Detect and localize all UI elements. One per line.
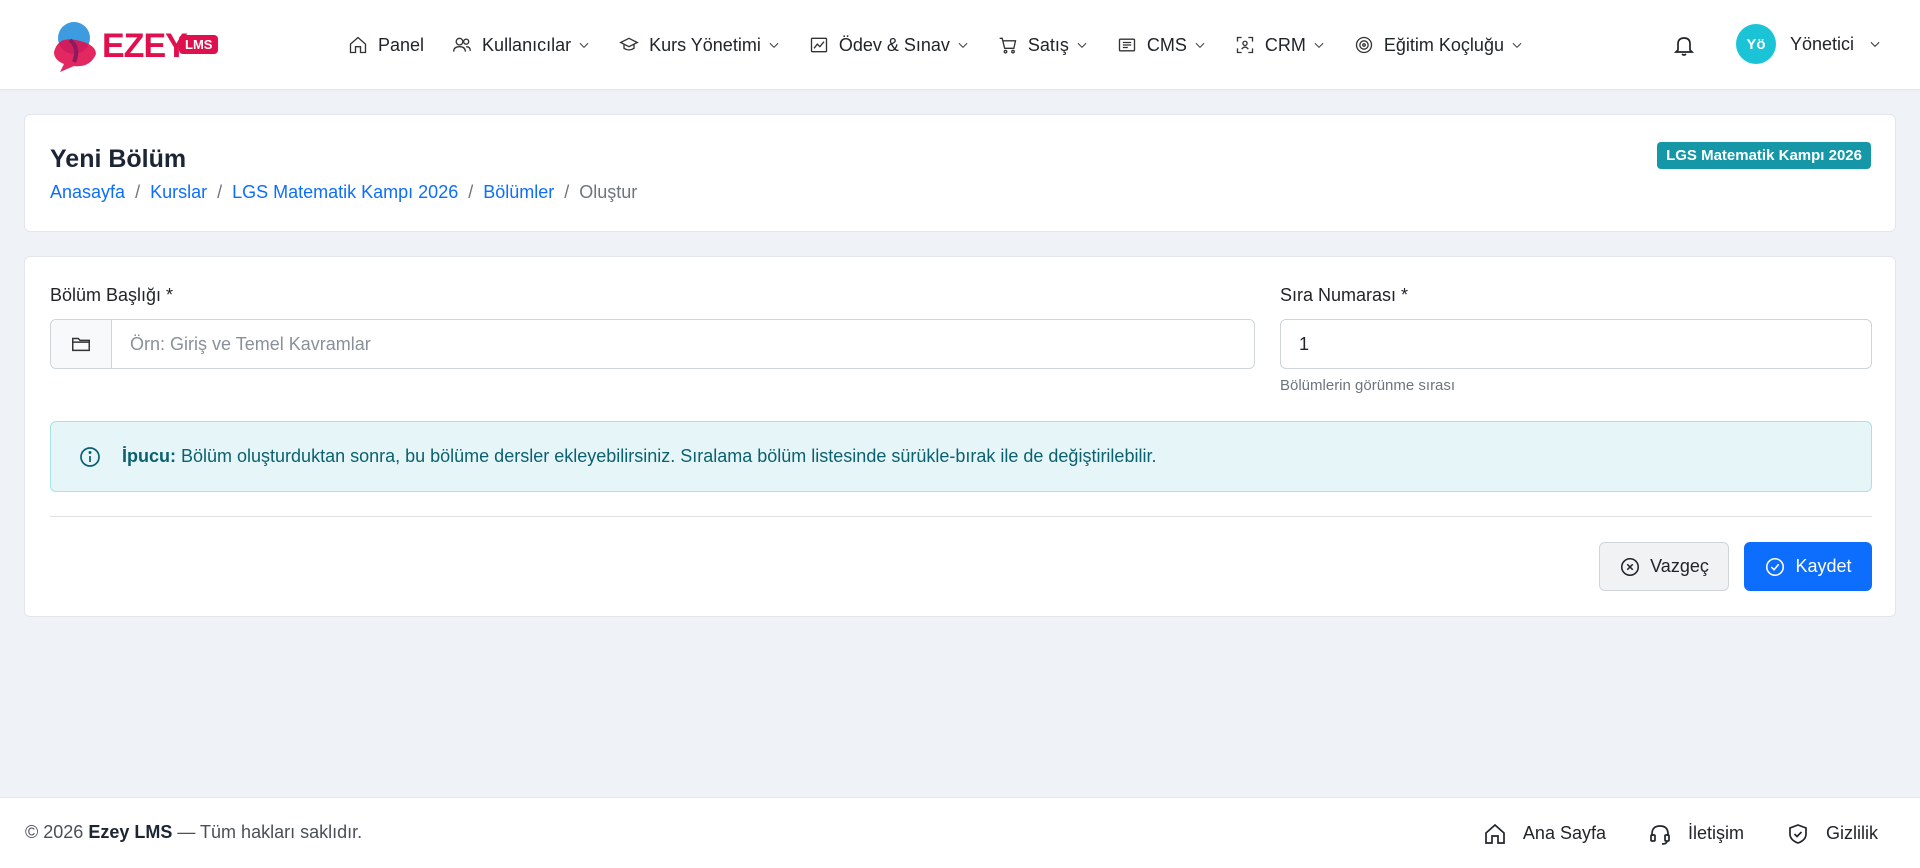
- copyright-brand: Ezey LMS: [88, 822, 173, 842]
- section-title-label: Bölüm Başlığı *: [50, 285, 174, 305]
- tip-label: İpucu:: [122, 446, 176, 466]
- chevron-down-icon: [958, 42, 968, 48]
- nav-item-satis[interactable]: Satış: [998, 35, 1089, 56]
- copyright-suffix: — Tüm hakları saklıdır.: [177, 822, 363, 842]
- copyright-prefix: © 2026: [25, 822, 84, 842]
- course-badge: LGS Matematik Kampı 2026: [1657, 142, 1871, 169]
- newspaper-icon: [1118, 38, 1136, 52]
- image-chart-icon: [810, 37, 827, 53]
- nav-label: Panel: [378, 34, 425, 55]
- footer-links: Ana Sayfa İletişim Gizlilik: [1483, 798, 1878, 868]
- order-number-input[interactable]: [1280, 319, 1872, 369]
- input-addon: [51, 320, 112, 368]
- chevron-down-icon: [579, 42, 589, 48]
- check-circle-icon: [1766, 557, 1785, 576]
- section-title-input[interactable]: [112, 320, 1254, 368]
- shield-check-icon: [1789, 823, 1807, 844]
- chevron-down-icon: [769, 42, 779, 48]
- breadcrumb-separator: /: [217, 182, 223, 202]
- tip-alert: İpucu: Bölüm oluşturduktan sonra, bu böl…: [50, 421, 1872, 492]
- divider: [50, 516, 1872, 517]
- notifications-button[interactable]: [1672, 33, 1696, 57]
- cancel-label: Vazgeç: [1650, 556, 1709, 576]
- brand-badge: LMS: [179, 35, 219, 54]
- breadcrumb-separator: /: [468, 182, 474, 202]
- tip-text: Bölüm oluşturduktan sonra, bu bölüme der…: [181, 446, 1157, 466]
- breadcrumb-link-course[interactable]: LGS Matematik Kampı 2026: [232, 182, 458, 203]
- home-icon: [349, 36, 367, 54]
- folder-icon: [72, 337, 90, 352]
- order-number-label: Sıra Numarası *: [1280, 285, 1409, 305]
- chevron-down-icon: [1077, 42, 1087, 48]
- footer-link-label: Ana Sayfa: [1522, 823, 1606, 843]
- breadcrumb-link-home[interactable]: Anasayfa: [50, 182, 125, 203]
- brand-name: EZEY: [102, 27, 188, 65]
- graduation-cap-icon: [619, 37, 639, 51]
- breadcrumb: Anasayfa / Kurslar / LGS Matematik Kampı…: [50, 182, 637, 203]
- bell-icon: [1673, 37, 1695, 56]
- save-label: Kaydet: [1795, 556, 1852, 576]
- nav-label: Eğitim Koçluğu: [1383, 34, 1504, 55]
- nav-label: Satış: [1027, 34, 1069, 55]
- user-name: Yönetici: [1790, 33, 1855, 54]
- cancel-button[interactable]: Vazgeç: [1599, 542, 1729, 591]
- x-circle-icon: [1621, 557, 1640, 576]
- nav-item-egitim-koclugu[interactable]: Eğitim Koçluğu: [1354, 35, 1524, 56]
- nav-label: CMS: [1146, 34, 1187, 55]
- brand-logo[interactable]: EZEY LMS: [50, 18, 225, 73]
- home-icon: [1485, 823, 1505, 844]
- cart-icon: [999, 37, 1017, 54]
- chevron-down-icon: [1512, 42, 1522, 48]
- nav-label: Kullanıcılar: [482, 34, 572, 55]
- nav-item-kullanicilar[interactable]: Kullanıcılar: [452, 35, 591, 56]
- nav-label: CRM: [1264, 34, 1306, 55]
- avatar: Yö: [1736, 24, 1776, 64]
- logo-mark-icon: [54, 22, 96, 72]
- main-nav: Panel Kullanıcılar Kurs Yönetimi Ödev & …: [348, 0, 1552, 90]
- breadcrumb-current: Oluştur: [579, 182, 638, 202]
- nav-label: Kurs Yönetimi: [649, 34, 761, 55]
- breadcrumb-link-sections[interactable]: Bölümler: [483, 182, 554, 203]
- nav-item-crm[interactable]: CRM: [1235, 35, 1326, 56]
- nav-label: Ödev & Sınav: [838, 34, 950, 55]
- target-icon: [1355, 36, 1373, 54]
- headset-icon: [1650, 824, 1670, 845]
- footer-link-privacy[interactable]: Gizlilik: [1786, 822, 1878, 846]
- chevron-down-icon: [1195, 42, 1205, 48]
- footer-link-home[interactable]: Ana Sayfa: [1483, 822, 1606, 846]
- top-navbar: EZEY LMS Panel Kullanıcılar Kurs Yönetim…: [0, 0, 1920, 90]
- chevron-down-icon: [1314, 42, 1324, 48]
- footer: © 2026 Ezey LMS — Tüm hakları saklıdır. …: [0, 797, 1920, 868]
- save-button[interactable]: Kaydet: [1744, 542, 1872, 591]
- info-icon: [80, 446, 100, 467]
- page-title: Yeni Bölüm: [50, 145, 187, 173]
- page-header-card: Yeni Bölüm Anasayfa / Kurslar / LGS Mate…: [24, 114, 1896, 232]
- nav-item-cms[interactable]: CMS: [1117, 35, 1207, 56]
- nav-item-kurs-yonetimi[interactable]: Kurs Yönetimi: [619, 35, 781, 56]
- chevron-down-icon: [1870, 41, 1880, 48]
- copyright: © 2026 Ezey LMS — Tüm hakları saklıdır.: [25, 822, 362, 843]
- nav-item-panel[interactable]: Panel: [348, 35, 424, 56]
- breadcrumb-link-courses[interactable]: Kurslar: [150, 182, 207, 203]
- scan-person-icon: [1236, 36, 1254, 54]
- breadcrumb-separator: /: [135, 182, 141, 202]
- breadcrumb-separator: /: [564, 182, 570, 202]
- user-menu[interactable]: Yö Yönetici: [1736, 24, 1882, 64]
- footer-link-label: İletişim: [1687, 823, 1744, 843]
- order-number-help: Bölümlerin görünme sırası: [1280, 377, 1456, 394]
- users-icon: [453, 37, 472, 52]
- section-form-card: Bölüm Başlığı * Sıra Numarası * Bölümler…: [24, 256, 1896, 617]
- section-title-input-group: [50, 319, 1255, 369]
- nav-item-odev-sinav[interactable]: Ödev & Sınav: [809, 35, 970, 56]
- footer-link-label: Gizlilik: [1826, 823, 1878, 843]
- footer-link-contact[interactable]: İletişim: [1648, 822, 1744, 846]
